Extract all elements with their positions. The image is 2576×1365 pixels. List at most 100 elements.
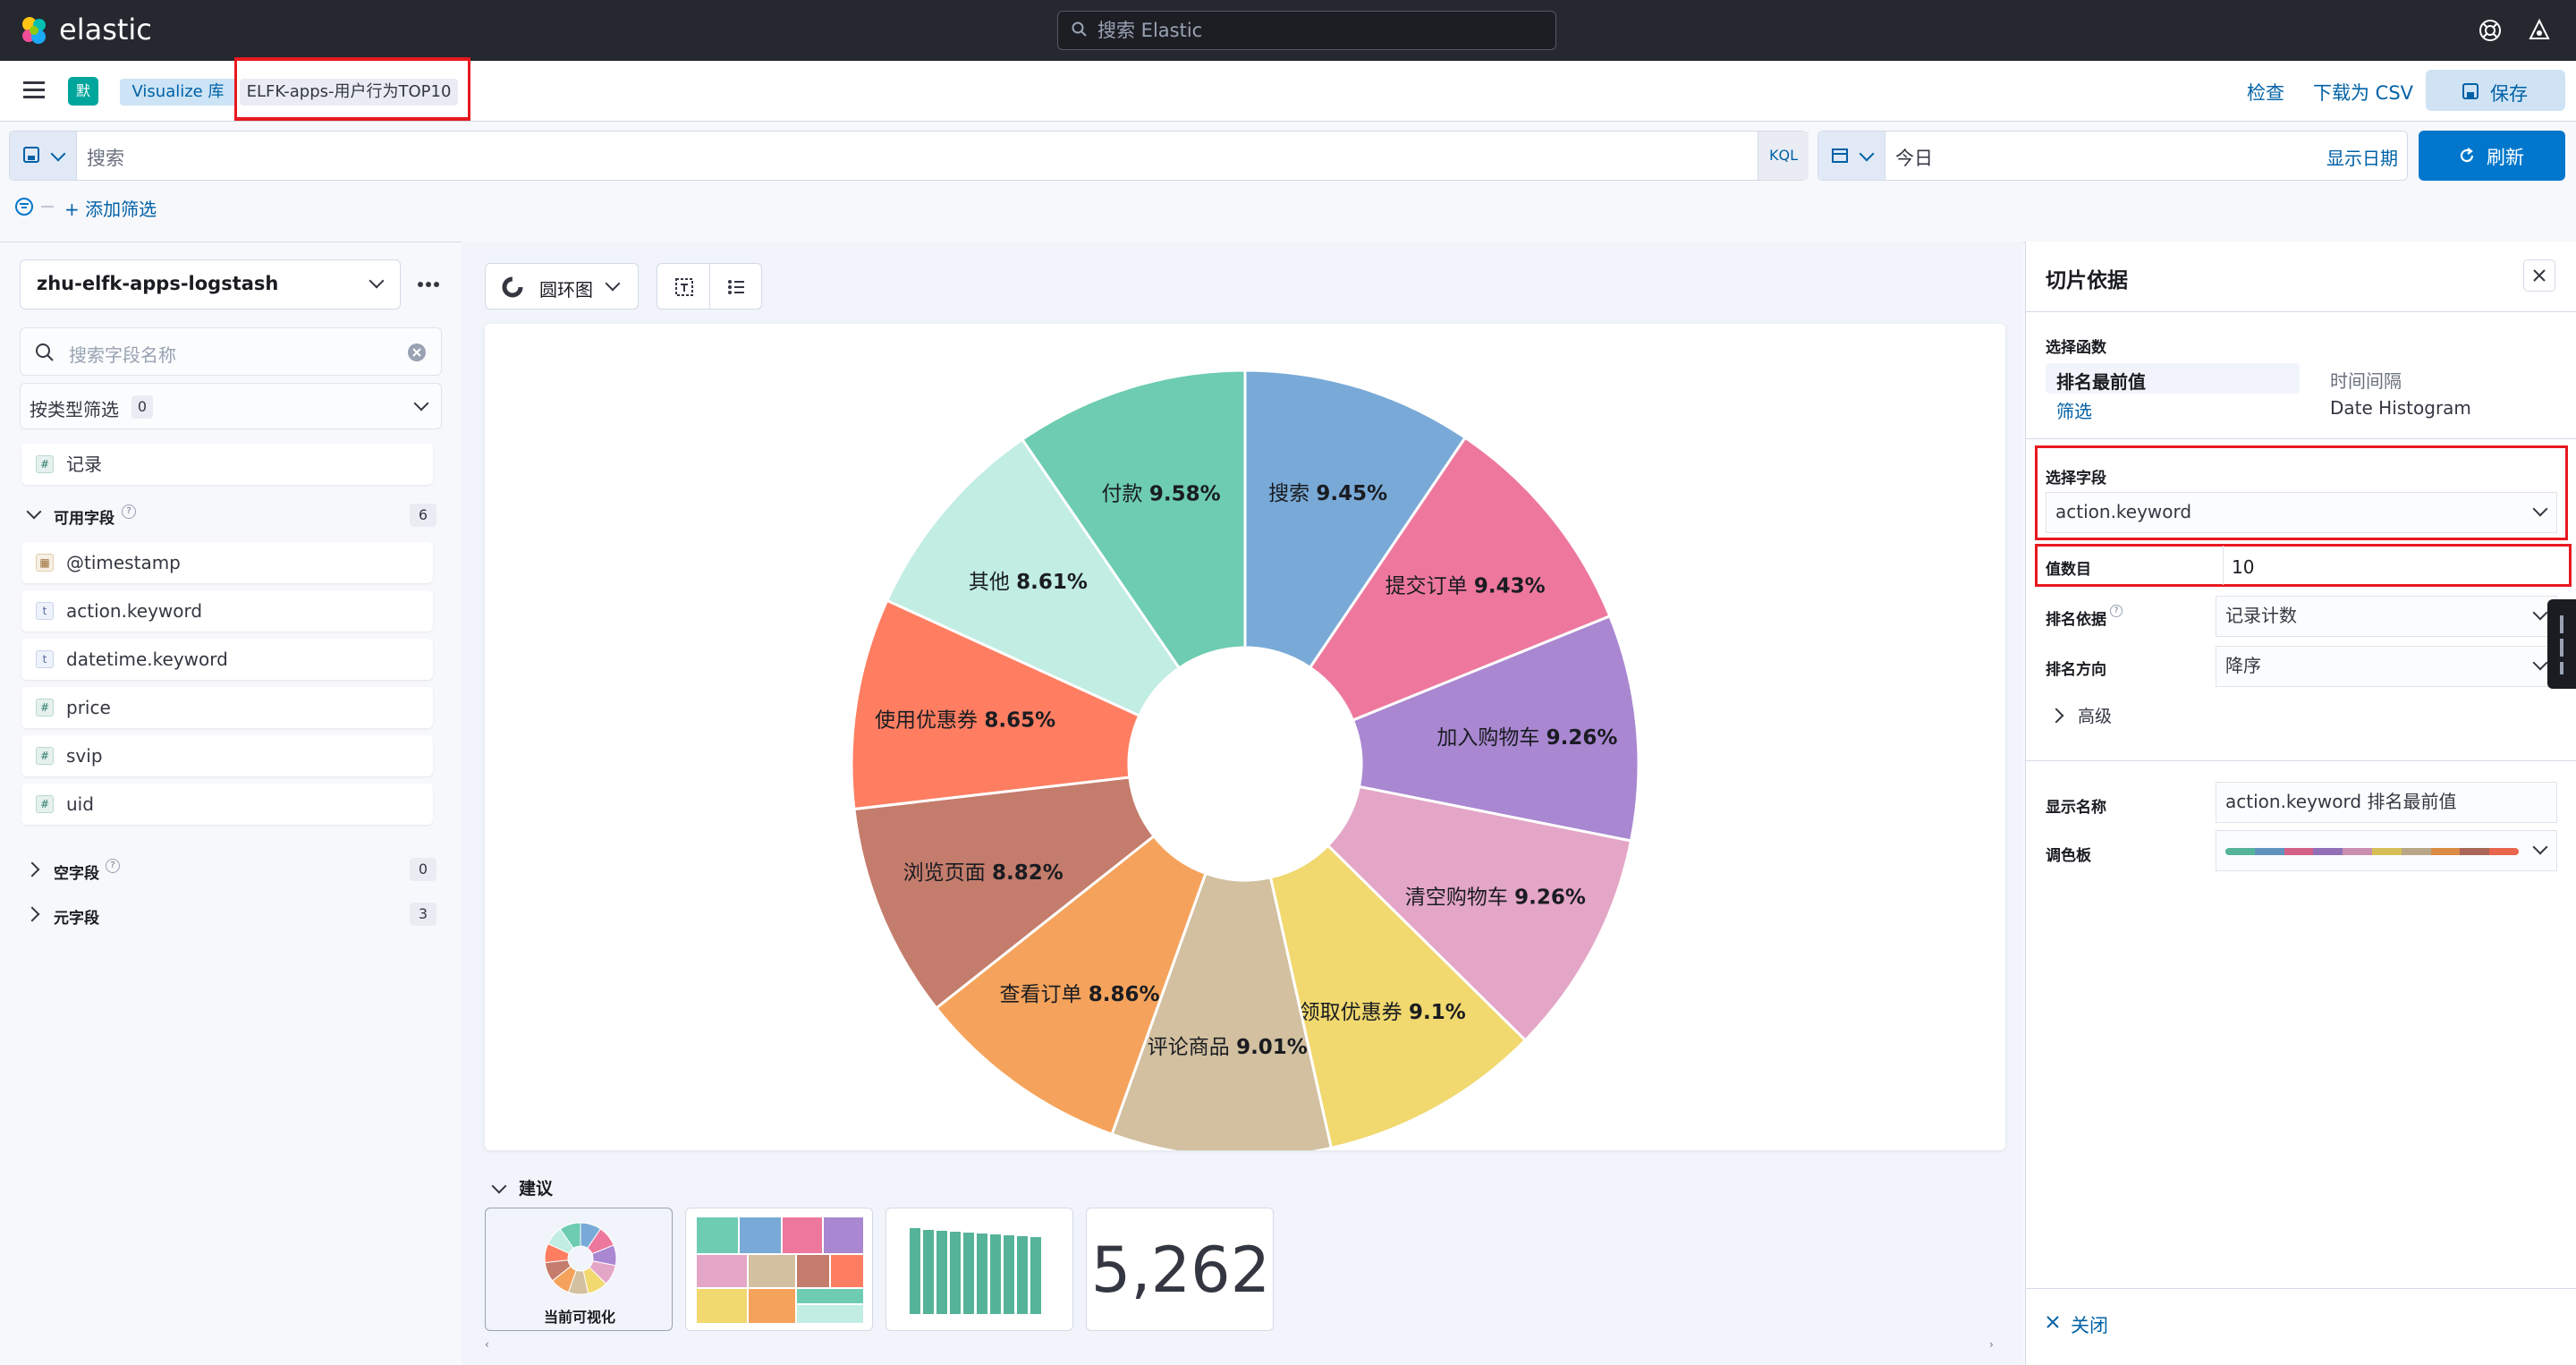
info-icon[interactable]: ? [106,859,120,873]
refresh-label: 刷新 [2487,147,2524,168]
slice-label: 加入购物车 9.26% [1436,726,1617,750]
date-picker: 今日 显示日期 [1818,131,2408,181]
suggestion-bar[interactable] [886,1208,1073,1331]
search-icon [36,343,54,361]
string-type-icon: t [36,602,54,620]
palette-select[interactable] [2216,830,2557,871]
rank-direction-label: 排名方向 [2046,661,2106,679]
field-search-input[interactable]: 搜索字段名称 [20,327,442,376]
palette-color [2343,848,2372,855]
kql-toggle[interactable]: KQL [1758,131,1809,180]
saved-query-button[interactable] [10,131,77,180]
string-type-icon: t [36,650,54,668]
chevron-right-icon[interactable] [24,861,40,878]
index-pattern-select[interactable]: zhu-elfk-apps-logstash [20,259,401,309]
rank-direction-select[interactable]: 降序 [2216,646,2557,687]
value-count-input[interactable]: 10 [2224,551,2572,583]
suggestions-heading[interactable]: 建议 [519,1175,553,1200]
close-icon [2533,269,2546,282]
slice-label: 清空购物车 9.26% [1405,886,1586,909]
available-fields-heading[interactable]: 可用字段 [54,505,114,528]
display-name-input[interactable]: action.keyword 排名最前值 [2216,782,2557,823]
suggestion-metric[interactable]: 5,262 [1086,1208,1274,1331]
add-filter-link[interactable]: + 添加筛选 [64,195,157,221]
slice-label: 付款 9.58% [1102,482,1221,505]
inspect-link[interactable]: 检查 [2247,79,2284,106]
palette-label: 调色板 [2046,847,2091,865]
field-item[interactable]: # uid [21,784,433,825]
available-count-badge: 6 [410,504,436,527]
field-name: svip [66,745,103,767]
filter-menu-icon[interactable] [14,197,34,216]
breadcrumb-visualize-library[interactable]: Visualize 库 [120,79,236,106]
query-search-input[interactable]: 搜索 [87,144,124,171]
save-button[interactable]: 保存 [2426,70,2565,111]
save-icon [2462,83,2479,99]
records-field[interactable]: # 记录 [21,444,433,485]
close-panel-button[interactable] [2523,259,2555,292]
field-select-value: action.keyword [2055,501,2192,522]
meta-fields-heading[interactable]: 元字段 [54,905,99,928]
function-top-values-label: 排名最前值 [2056,371,2146,393]
rank-direction-value: 降序 [2225,655,2261,676]
filter-by-type-button[interactable]: 按类型筛选 0 [20,383,442,429]
suggestion-treemap[interactable] [685,1208,873,1331]
empty-fields-heading[interactable]: 空字段 [54,861,99,883]
refresh-button[interactable]: 刷新 [2419,131,2565,181]
divider [2223,546,2224,585]
space-avatar[interactable]: 默 [68,77,98,106]
info-icon[interactable]: ? [122,504,136,519]
suggestions-scrollbar[interactable]: ‹ › [485,1338,2005,1351]
field-item[interactable]: # svip [21,735,433,776]
chevron-down-icon [369,273,385,289]
elastic-logo-icon[interactable] [18,14,50,47]
records-label: 记录 [66,454,102,475]
donut-thumbnail [544,1222,617,1295]
field-item[interactable]: t datetime.keyword [21,639,433,680]
chart-type-switcher[interactable]: 圆环图 [485,263,639,309]
legend-icon[interactable] [725,276,747,298]
function-top-values[interactable]: 排名最前值 [2046,363,2300,394]
slice-label: 领取优惠券 9.1% [1300,1001,1466,1024]
advanced-toggle[interactable]: 高级 [2078,703,2112,727]
global-search-input[interactable]: 搜索 Elastic [1057,11,1556,50]
labels-icon[interactable] [674,276,695,298]
field-select[interactable]: action.keyword [2046,492,2557,533]
divider [2026,760,2576,761]
function-filters[interactable]: 筛选 [2056,397,2092,423]
slice-label: 评论商品 9.01% [1148,1036,1308,1059]
chevron-down-icon [50,146,66,162]
display-name-value: action.keyword 排名最前值 [2225,791,2457,812]
help-icon[interactable] [2478,18,2503,43]
chevron-right-icon[interactable] [24,906,40,922]
divider [41,206,54,208]
newsfeed-icon[interactable] [2526,16,2553,43]
chevron-down-icon [2532,839,2548,855]
date-quick-menu-button[interactable] [1818,131,1885,180]
field-item[interactable]: # price [21,687,433,728]
chart-options-group [657,263,762,309]
chevron-right-icon[interactable] [2048,708,2064,724]
download-csv-link[interactable]: 下载为 CSV [2313,79,2413,106]
field-name: action.keyword [66,600,203,622]
slice-label: 搜索 9.45% [1268,482,1387,505]
top-header: elastic 搜索 Elastic [0,0,2576,61]
number-type-icon: # [36,455,54,473]
more-options-icon[interactable] [413,276,444,293]
suggestion-current[interactable]: 当前可视化 [485,1208,673,1331]
show-dates-link[interactable]: 显示日期 [2326,144,2398,170]
clear-icon[interactable] [407,343,427,362]
function-date-histogram[interactable]: Date Histogram [2330,397,2471,419]
info-icon[interactable]: ? [2110,605,2123,617]
field-item[interactable]: ▦ @timestamp [21,542,433,583]
menu-icon[interactable] [23,81,47,100]
field-item[interactable]: t action.keyword [21,590,433,632]
close-label: 关闭 [2071,1315,2108,1336]
function-time-interval[interactable]: 时间间隔 [2330,367,2402,393]
donut-chart[interactable]: 搜索 9.45% 提交订单 9.43% 加入购物车 9.26% 清空购物车 9.26%… [485,324,2005,1159]
floating-side-handle[interactable] [2547,599,2576,689]
chevron-down-icon[interactable] [26,504,42,520]
rank-by-select[interactable]: 记录计数 [2216,596,2557,637]
chart-type-label: 圆环图 [539,279,593,301]
panel-title: 切片依据 [2046,269,2128,292]
